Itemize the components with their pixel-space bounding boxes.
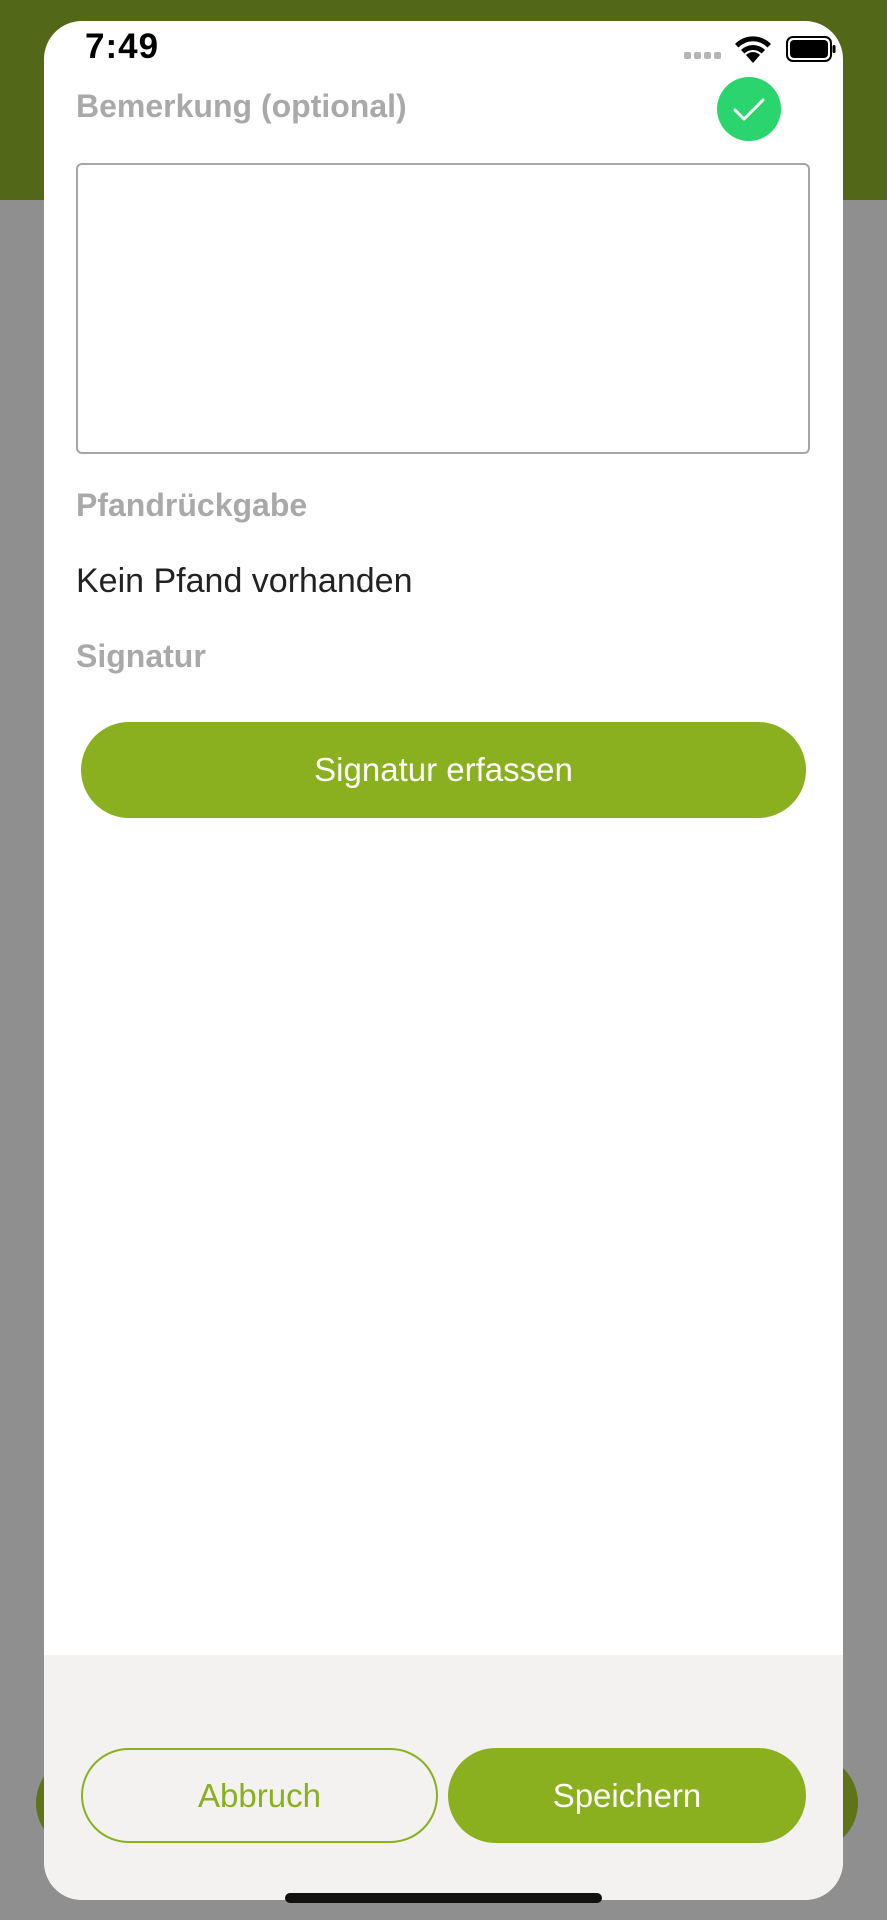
capture-signature-button[interactable]: Signatur erfassen: [81, 722, 806, 818]
save-button-label: Speichern: [552, 1776, 702, 1814]
wifi-icon: [735, 36, 771, 63]
save-button[interactable]: Speichern: [448, 1748, 806, 1843]
deposit-return-label: Pfandrückgabe: [76, 487, 308, 523]
remark-textarea[interactable]: [76, 163, 810, 454]
home-indicator[interactable]: [285, 1893, 602, 1903]
signal-dots-icon: [684, 52, 721, 59]
status-bar: 7:49: [44, 21, 843, 81]
cancel-button[interactable]: Abbruch: [81, 1748, 438, 1843]
battery-icon: [786, 36, 836, 62]
capture-signature-button-label: Signatur erfassen: [314, 751, 573, 788]
checkmark-circle-icon: [717, 77, 781, 141]
remark-label: Bemerkung (optional): [76, 88, 407, 124]
signature-label: Signatur: [76, 638, 206, 674]
footer-action-bar: Abbruch Speichern: [44, 1655, 843, 1900]
modal-sheet: 7:49 Bemerkung (optional) Pfandrückgabe …: [44, 21, 843, 1900]
deposit-return-value: Kein Pfand vorhanden: [76, 562, 413, 600]
cancel-button-label: Abbruch: [198, 1776, 321, 1814]
status-time: 7:49: [85, 27, 160, 66]
